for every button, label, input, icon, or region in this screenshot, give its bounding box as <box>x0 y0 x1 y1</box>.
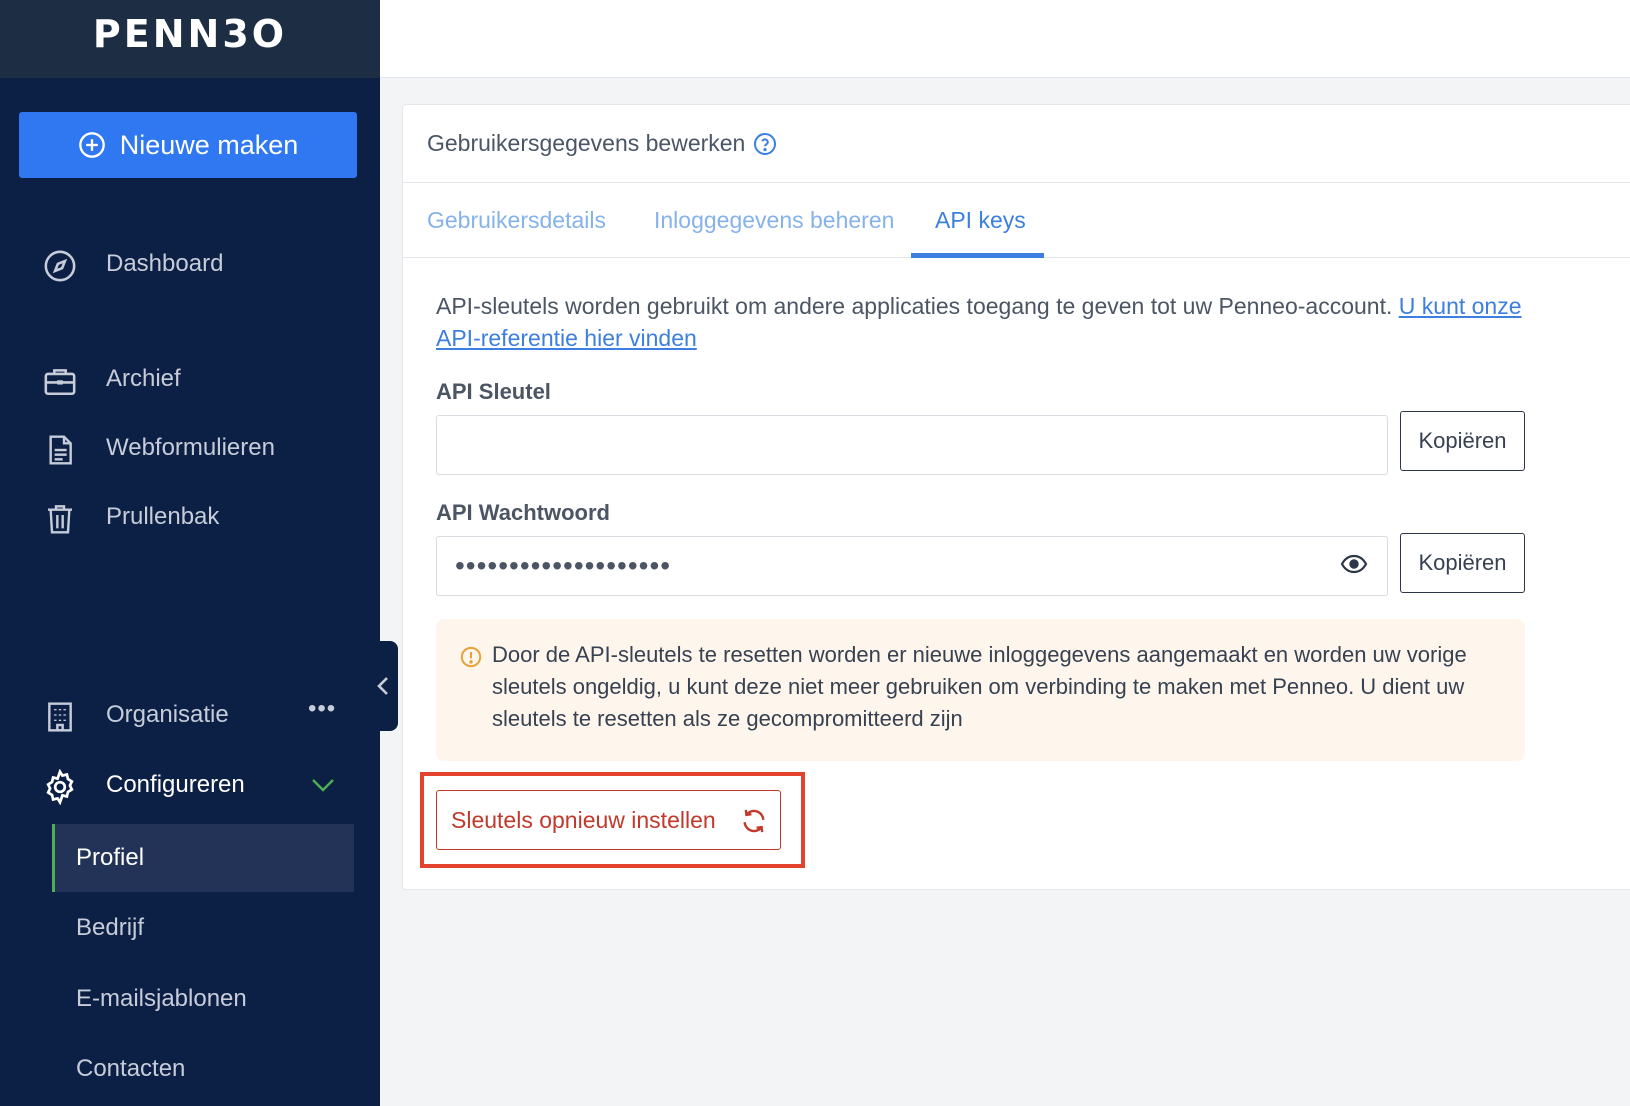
sidebar-item-label: Organisatie <box>106 701 229 728</box>
api-password-input[interactable]: •••••••••••••••••••• <box>436 536 1388 596</box>
api-description-text: API-sleutels worden gebruikt om andere a… <box>436 293 1393 319</box>
new-button[interactable]: Nieuwe maken <box>19 112 357 178</box>
warning-icon <box>460 646 482 673</box>
tab-api-keys[interactable]: API keys <box>935 183 1026 258</box>
card-header: Gebruikersgegevens bewerken <box>403 105 1630 183</box>
sidebar-item-label: Dashboard <box>106 250 224 277</box>
compass-icon <box>42 248 78 284</box>
new-button-label: Nieuwe maken <box>119 129 299 160</box>
reset-keys-button-label: Sleutels opnieuw instellen <box>451 806 716 833</box>
sidebar-item-label: Prullenbak <box>106 503 220 530</box>
sidebar-subitem-e-mailsjablonen[interactable]: E-mailsjablonen <box>52 965 354 1033</box>
sidebar-subitem-profiel[interactable]: Profiel <box>52 824 354 892</box>
logo-bar: PENN3O <box>0 0 380 78</box>
sidebar-subitem-contacten[interactable]: Contacten <box>52 1035 354 1103</box>
tab-inloggegevens-beheren[interactable]: Inloggegevens beheren <box>654 183 894 258</box>
reset-keys-button[interactable]: Sleutels opnieuw instellen <box>436 790 781 850</box>
building-icon <box>42 699 78 735</box>
penneo-logo[interactable]: PENN3O <box>93 12 287 56</box>
api-password-label: API Wachtwoord <box>436 500 610 525</box>
api-description: API-sleutels worden gebruikt om andere a… <box>436 290 1526 354</box>
briefcase-icon <box>42 363 78 399</box>
tab-bar: Gebruikersdetails Inloggegevens beheren … <box>403 183 1630 258</box>
document-icon <box>42 432 78 468</box>
card-title: Gebruikersgegevens bewerken <box>427 130 746 156</box>
warning-text: Door de API-sleutels te resetten worden … <box>492 642 1467 731</box>
refresh-icon <box>743 809 765 833</box>
sidebar-item-label: Archief <box>106 365 181 392</box>
copy-api-key-button[interactable]: Kopiëren <box>1400 411 1525 471</box>
sidebar-collapse-button[interactable] <box>368 641 398 731</box>
chevron-left-icon <box>377 677 388 695</box>
api-key-input[interactable] <box>436 415 1388 475</box>
sidebar-item-configureren[interactable]: Configureren <box>0 757 380 813</box>
sidebar: PENN3O Nieuwe maken Dashboard Archief We… <box>0 0 380 1106</box>
api-key-label: API Sleutel <box>436 379 551 404</box>
sidebar-item-dashboard[interactable]: Dashboard <box>0 236 380 292</box>
sidebar-item-label: Configureren <box>106 771 245 798</box>
plus-circle-icon <box>78 132 105 158</box>
show-password-eye-icon[interactable] <box>1340 552 1368 581</box>
sidebar-item-webformulieren[interactable]: Webformulieren <box>0 420 380 476</box>
help-icon[interactable] <box>753 132 777 156</box>
top-bar <box>380 0 1630 78</box>
tab-gebruikersdetails[interactable]: Gebruikersdetails <box>427 183 606 258</box>
sidebar-item-organisatie[interactable]: Organisatie ••• <box>0 687 380 743</box>
gear-icon <box>42 769 78 805</box>
trash-icon <box>42 501 78 537</box>
sidebar-subitem-bedrijf[interactable]: Bedrijf <box>52 894 354 962</box>
sidebar-item-label: Webformulieren <box>106 434 275 461</box>
copy-api-password-button[interactable]: Kopiëren <box>1400 533 1525 593</box>
reset-warning-alert: Door de API-sleutels te resetten worden … <box>436 619 1525 761</box>
sidebar-item-archief[interactable]: Archief <box>0 351 380 407</box>
sidebar-item-prullenbak[interactable]: Prullenbak <box>0 489 380 545</box>
more-options-icon[interactable]: ••• <box>308 695 336 723</box>
chevron-down-icon[interactable] <box>310 773 336 801</box>
active-tab-indicator <box>911 253 1044 258</box>
